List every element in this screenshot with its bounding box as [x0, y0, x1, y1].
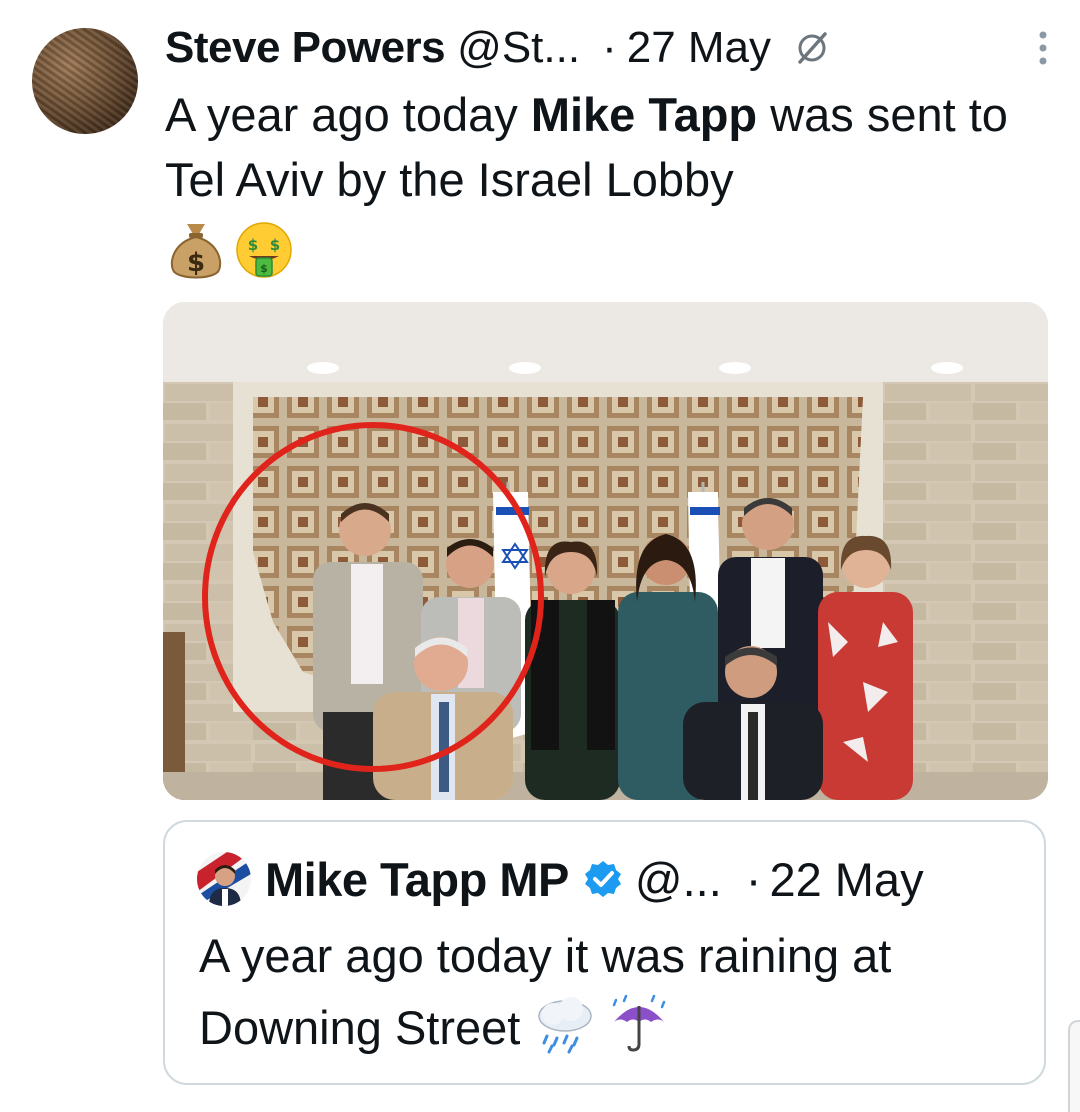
quoted-tweet[interactable]: Mike Tapp MP @... · 22 May A year ago to… — [163, 820, 1046, 1085]
scrollbar-edge[interactable] — [1068, 1020, 1080, 1112]
quoted-tweet-text: A year ago today it was raining at Downi… — [199, 920, 1029, 1074]
svg-text:$: $ — [248, 236, 258, 254]
money-mouth-face-emoji-icon: $ $ $ — [233, 218, 295, 287]
author-handle[interactable]: @St... — [457, 23, 580, 73]
author-name[interactable]: Steve Powers — [165, 23, 446, 73]
cloud-with-rain-emoji-icon — [533, 996, 595, 1074]
quoted-author-name[interactable]: Mike Tapp MP — [265, 852, 569, 907]
verified-badge-icon — [583, 859, 623, 899]
tweet-text: A year ago today Mike Tapp was sent to T… — [165, 82, 1045, 212]
separator-dot: · — [602, 23, 617, 72]
tweet-text-bold: Mike Tapp — [530, 88, 758, 141]
tweet-header: Steve Powers @St... · 27 May — [165, 18, 1050, 78]
tweet-emojis: $ $ $ $ — [165, 218, 295, 287]
umbrella-with-rain-emoji-icon — [608, 992, 670, 1074]
tweet-photo[interactable] — [163, 302, 1048, 800]
quoted-author-avatar[interactable] — [197, 852, 251, 906]
quoted-tweet-date[interactable]: 22 May — [769, 852, 923, 907]
svg-text:$: $ — [260, 262, 268, 275]
author-avatar[interactable] — [32, 28, 138, 134]
grok-slash-icon[interactable] — [793, 29, 831, 67]
money-bag-emoji-icon: $ — [165, 218, 227, 287]
svg-text:$: $ — [187, 248, 205, 278]
quoted-separator-dot: · — [745, 852, 762, 906]
tweet-date[interactable]: 27 May — [627, 23, 771, 73]
svg-text:$: $ — [270, 236, 280, 254]
tweet-text-part1: A year ago today — [165, 88, 531, 141]
more-vertical-icon[interactable] — [1036, 28, 1050, 68]
quoted-tweet-header: Mike Tapp MP @... · 22 May — [197, 844, 1020, 914]
quoted-author-handle[interactable]: @... — [635, 852, 722, 907]
